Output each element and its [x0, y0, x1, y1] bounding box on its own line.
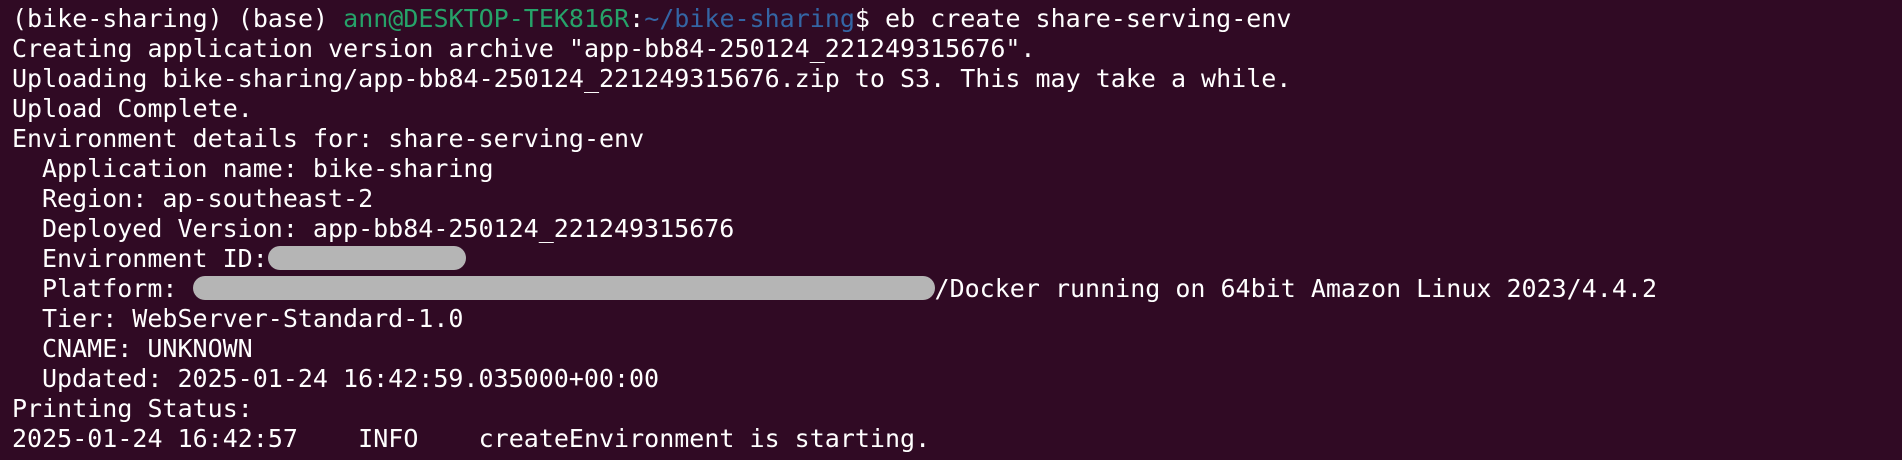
prompt-path: ~/bike-sharing [644, 4, 855, 33]
conda-env-base: (base) [237, 4, 329, 33]
prompt-user-host: ann@DESKTOP-TEK816R [343, 4, 630, 33]
prompt-symbol: $ [854, 4, 870, 33]
platform-label: Platform: [42, 274, 178, 303]
output-line-upload-complete: Upload Complete. [12, 94, 253, 123]
redacted-platform-arn [192, 276, 935, 300]
output-line-region: Region: ap-southeast-2 [42, 184, 374, 213]
output-line-tier: Tier: WebServer-Standard-1.0 [42, 304, 464, 333]
output-line-printing-status: Printing Status: [12, 394, 253, 423]
platform-suffix: /Docker running on 64bit Amazon Linux 20… [934, 274, 1657, 303]
environment-id-label: Environment ID: [42, 244, 268, 273]
output-line-platform: Platform: /Docker running on 64bit Amazo… [12, 274, 1897, 304]
command-text: eb create share-serving-env [885, 4, 1292, 33]
output-line-app-name: Application name: bike-sharing [42, 154, 494, 183]
output-line-creating: Creating application version archive "ap… [12, 34, 1036, 63]
output-line-environment-id: Environment ID: [12, 244, 1897, 274]
conda-env-bike-sharing: (bike-sharing) [12, 4, 223, 33]
redacted-environment-id [267, 246, 466, 270]
output-line-updated: Updated: 2025-01-24 16:42:59.035000+00:0… [42, 364, 660, 393]
output-line-env-details: Environment details for: share-serving-e… [12, 124, 645, 153]
prompt-line: (bike-sharing) (base) ann@DESKTOP-TEK816… [12, 4, 1897, 34]
output-line-uploading: Uploading bike-sharing/app-bb84-250124_2… [12, 64, 1292, 93]
prompt-separator: : [629, 4, 645, 33]
output-line-cname: CNAME: UNKNOWN [42, 334, 253, 363]
output-line-deployed-version: Deployed Version: app-bb84-250124_221249… [42, 214, 735, 243]
terminal-window[interactable]: (bike-sharing) (base) ann@DESKTOP-TEK816… [12, 4, 1897, 456]
output-line-status-event: 2025-01-24 16:42:57 INFO createEnvironme… [12, 424, 931, 453]
